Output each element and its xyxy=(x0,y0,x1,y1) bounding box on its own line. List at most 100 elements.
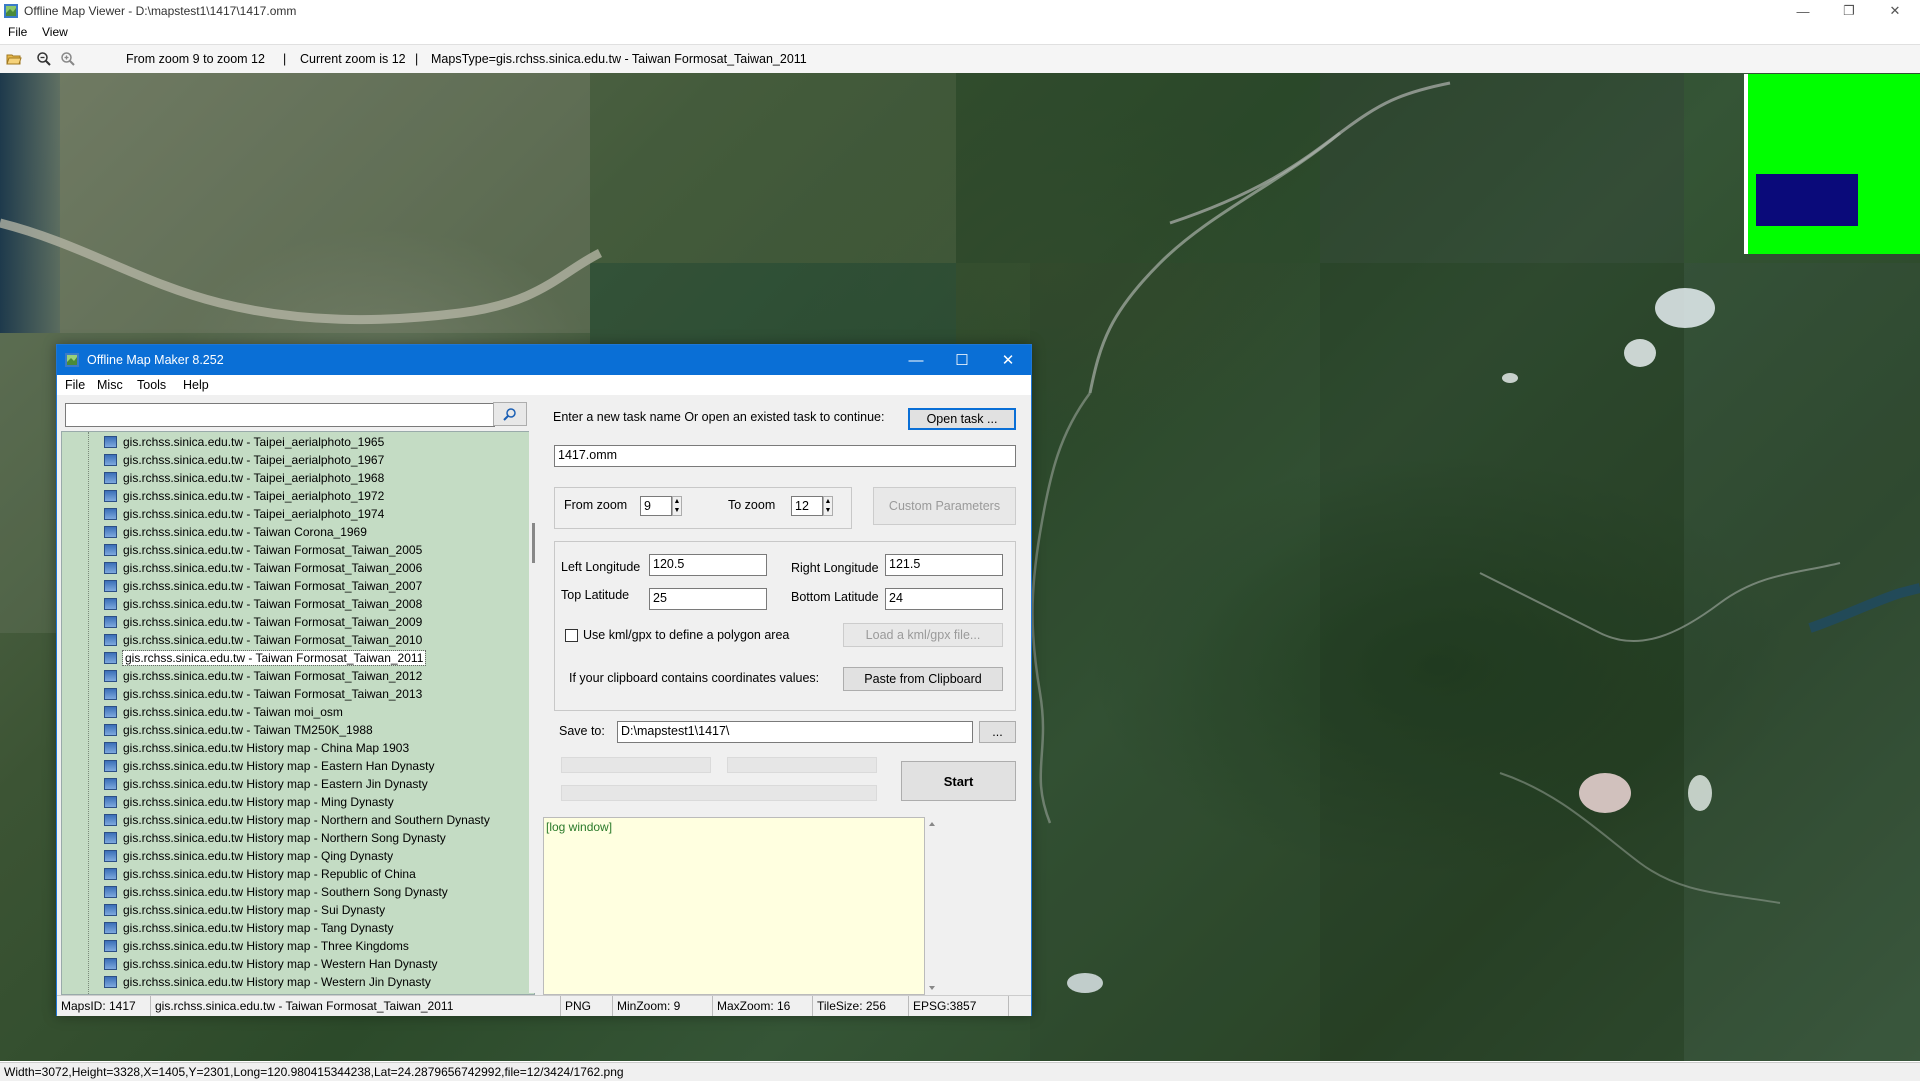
overview-minimap[interactable] xyxy=(1744,74,1920,254)
tree-item[interactable]: gis.rchss.sinica.edu.tw - Taipei_aerialp… xyxy=(104,451,384,469)
map-source-icon xyxy=(104,958,117,970)
to-zoom-label: To zoom xyxy=(728,498,776,512)
start-button[interactable]: Start xyxy=(901,761,1016,801)
tree-item[interactable]: gis.rchss.sinica.edu.tw History map - We… xyxy=(104,955,438,973)
tree-item[interactable]: gis.rchss.sinica.edu.tw - Taiwan TM250K_… xyxy=(104,721,373,739)
tree-item[interactable]: gis.rchss.sinica.edu.tw - Taiwan Formosa… xyxy=(104,559,422,577)
log-window[interactable]: [log window] xyxy=(543,817,925,995)
log-scrollbar[interactable] xyxy=(925,817,939,995)
tree-item[interactable]: gis.rchss.sinica.edu.tw History map - Th… xyxy=(104,937,409,955)
tree-item[interactable]: gis.rchss.sinica.edu.tw History map - Re… xyxy=(104,865,416,883)
dialog-menu-help[interactable]: Help xyxy=(183,378,209,392)
map-source-icon xyxy=(104,706,117,718)
dialog-title-bar[interactable]: Offline Map Maker 8.252 — ☐ ✕ xyxy=(57,345,1031,375)
viewer-menu-bar: File View xyxy=(0,22,1920,42)
tree-item[interactable]: gis.rchss.sinica.edu.tw History map - Mi… xyxy=(104,793,394,811)
top-latitude-field[interactable]: 25 xyxy=(649,588,767,610)
task-prompt-label: Enter a new task name Or open an existed… xyxy=(553,410,885,424)
tree-item[interactable]: gis.rchss.sinica.edu.tw - Taiwan Formosa… xyxy=(104,595,422,613)
progress-bar-2 xyxy=(727,757,877,773)
tree-scrollbar[interactable] xyxy=(529,431,541,993)
tree-item-label: gis.rchss.sinica.edu.tw History map - Ta… xyxy=(123,921,394,935)
map-source-icon xyxy=(104,670,117,682)
tree-item[interactable]: gis.rchss.sinica.edu.tw History map - Qi… xyxy=(104,847,393,865)
tree-item-label: gis.rchss.sinica.edu.tw History map - Su… xyxy=(123,903,386,917)
map-source-icon xyxy=(104,436,117,448)
tree-item[interactable]: gis.rchss.sinica.edu.tw - Taipei_aerialp… xyxy=(104,505,384,523)
task-name-field[interactable]: 1417.omm xyxy=(554,445,1016,467)
dialog-minimize-button[interactable]: — xyxy=(893,345,939,375)
open-task-button[interactable]: Open task ... xyxy=(908,408,1016,430)
dialog-menu-misc[interactable]: Misc xyxy=(97,378,123,392)
map-maker-dialog: Offline Map Maker 8.252 — ☐ ✕ File Misc … xyxy=(56,344,1032,1016)
tree-item[interactable]: gis.rchss.sinica.edu.tw - Taiwan Formosa… xyxy=(104,685,422,703)
tree-item[interactable]: gis.rchss.sinica.edu.tw History map - No… xyxy=(104,829,446,847)
log-text: [log window] xyxy=(546,820,613,834)
load-kml-button[interactable]: Load a kml/gpx file... xyxy=(843,623,1003,647)
tree-item[interactable]: gis.rchss.sinica.edu.tw History map - Ta… xyxy=(104,919,394,937)
tree-item[interactable]: gis.rchss.sinica.edu.tw History map - So… xyxy=(104,883,448,901)
map-source-icon xyxy=(104,922,117,934)
search-button[interactable] xyxy=(493,402,527,426)
status-map-name: gis.rchss.sinica.edu.tw - Taiwan Formosa… xyxy=(151,996,561,1016)
tree-item[interactable]: gis.rchss.sinica.edu.tw History map - Su… xyxy=(104,901,385,919)
kml-checkbox[interactable] xyxy=(565,629,578,642)
zoom-in-icon[interactable] xyxy=(60,51,76,67)
status-max-zoom: MaxZoom: 16 xyxy=(713,996,813,1016)
tree-item[interactable]: gis.rchss.sinica.edu.tw History map - No… xyxy=(104,811,490,829)
paste-clipboard-button[interactable]: Paste from Clipboard xyxy=(843,667,1003,691)
map-source-icon xyxy=(104,580,117,592)
to-zoom-stepper[interactable]: ▲ ▼ xyxy=(823,496,833,516)
map-search-input[interactable] xyxy=(65,403,495,427)
tree-item-label: gis.rchss.sinica.edu.tw History map - We… xyxy=(123,975,431,989)
dialog-title: Offline Map Maker 8.252 xyxy=(87,353,224,367)
map-source-tree[interactable]: gis.rchss.sinica.edu.tw - Taipei_aerialp… xyxy=(61,431,535,995)
tree-item[interactable]: gis.rchss.sinica.edu.tw - Taiwan Formosa… xyxy=(104,631,422,649)
dialog-menu-file[interactable]: File xyxy=(65,378,85,392)
open-folder-icon[interactable] xyxy=(6,51,22,67)
zoom-out-icon[interactable] xyxy=(36,51,52,67)
tree-item-label: gis.rchss.sinica.edu.tw History map - So… xyxy=(123,885,448,899)
tree-item[interactable]: gis.rchss.sinica.edu.tw - Taipei_aerialp… xyxy=(104,469,384,487)
tree-item-label: gis.rchss.sinica.edu.tw - Taiwan Formosa… xyxy=(123,561,423,575)
tree-scroll-thumb[interactable] xyxy=(532,523,535,563)
tree-item[interactable]: gis.rchss.sinica.edu.tw History map - Ea… xyxy=(104,757,434,775)
viewer-close-button[interactable]: ✕ xyxy=(1872,0,1918,22)
bottom-latitude-field[interactable]: 24 xyxy=(885,588,1003,610)
tree-item[interactable]: gis.rchss.sinica.edu.tw - Taiwan Formosa… xyxy=(104,649,427,667)
minimap-viewport[interactable] xyxy=(1756,174,1858,226)
tree-item[interactable]: gis.rchss.sinica.edu.tw History map - Ea… xyxy=(104,775,428,793)
tree-item[interactable]: gis.rchss.sinica.edu.tw - Taipei_aerialp… xyxy=(104,487,384,505)
tree-item[interactable]: gis.rchss.sinica.edu.tw - Taiwan Formosa… xyxy=(104,541,422,559)
viewer-restore-button[interactable]: ❐ xyxy=(1826,0,1872,22)
viewer-status-text: Width=3072,Height=3328,X=1405,Y=2301,Lon… xyxy=(4,1065,624,1079)
tree-item[interactable]: gis.rchss.sinica.edu.tw - Taiwan Formosa… xyxy=(104,613,422,631)
left-longitude-label: Left Longitude xyxy=(561,560,641,574)
dialog-close-button[interactable]: ✕ xyxy=(985,345,1031,375)
to-zoom-field[interactable]: 12 xyxy=(791,496,823,516)
viewer-toolbar: From zoom 9 to zoom 12 | Current zoom is… xyxy=(0,44,1920,74)
viewer-menu-file[interactable]: File xyxy=(8,25,27,39)
map-source-icon xyxy=(104,940,117,952)
viewer-menu-view[interactable]: View xyxy=(42,25,68,39)
tree-item[interactable]: gis.rchss.sinica.edu.tw - Taiwan Corona_… xyxy=(104,523,367,541)
save-path-field[interactable]: D:\mapstest1\1417\ xyxy=(617,721,973,743)
dialog-menu-tools[interactable]: Tools xyxy=(137,378,166,392)
tree-item[interactable]: gis.rchss.sinica.edu.tw History map - We… xyxy=(104,973,431,991)
tree-item-label: gis.rchss.sinica.edu.tw - Taipei_aerialp… xyxy=(123,435,385,449)
tree-item[interactable]: gis.rchss.sinica.edu.tw - Taiwan Formosa… xyxy=(104,577,422,595)
tree-item[interactable]: gis.rchss.sinica.edu.tw - Taiwan moi_osm xyxy=(104,703,343,721)
tree-item[interactable]: gis.rchss.sinica.edu.tw - Taiwan Formosa… xyxy=(104,667,422,685)
viewer-minimize-button[interactable]: — xyxy=(1780,0,1826,22)
tree-item[interactable]: gis.rchss.sinica.edu.tw - Taipei_aerialp… xyxy=(104,433,384,451)
from-zoom-stepper[interactable]: ▲ ▼ xyxy=(672,496,682,516)
right-longitude-field[interactable]: 121.5 xyxy=(885,554,1003,576)
tree-item[interactable]: gis.rchss.sinica.edu.tw History map - Ch… xyxy=(104,739,409,757)
left-longitude-field[interactable]: 120.5 xyxy=(649,554,767,576)
tree-item-label: gis.rchss.sinica.edu.tw History map - Qi… xyxy=(123,849,394,863)
custom-parameters-button[interactable]: Custom Parameters xyxy=(873,487,1016,525)
tree-item-label: gis.rchss.sinica.edu.tw - Taipei_aerialp… xyxy=(123,507,385,521)
browse-button[interactable]: ... xyxy=(979,721,1016,743)
from-zoom-field[interactable]: 9 xyxy=(640,496,672,516)
dialog-maximize-button[interactable]: ☐ xyxy=(939,345,985,375)
